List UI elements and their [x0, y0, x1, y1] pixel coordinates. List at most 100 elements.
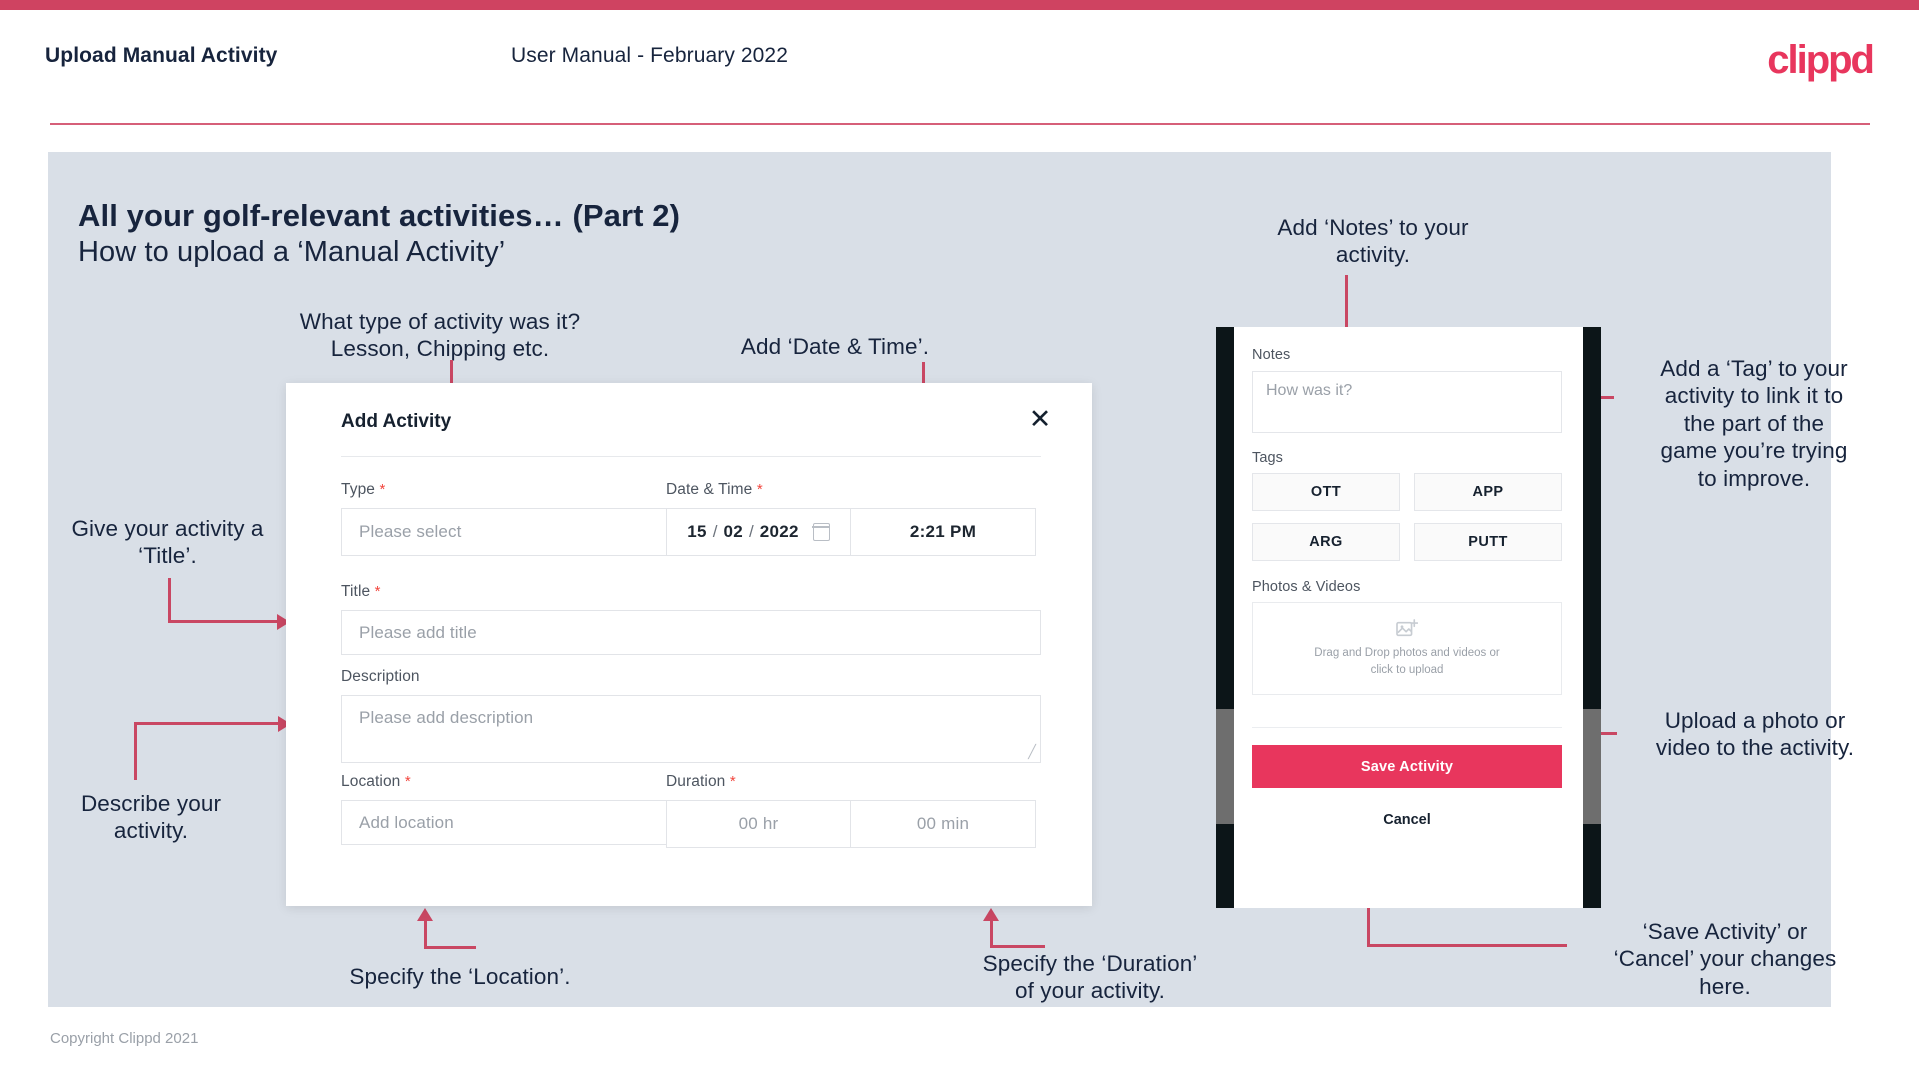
close-icon[interactable]: ✕	[1023, 402, 1057, 436]
date-sep-2: /	[749, 522, 754, 541]
annotation-description: Describe your activity.	[80, 791, 222, 844]
cancel-label: Cancel	[1383, 812, 1431, 828]
duration-hours-value: 00 hr	[738, 814, 779, 833]
field-location-label-text: Location	[341, 773, 401, 790]
tag-label-putt: PUTT	[1468, 534, 1508, 550]
dialog-divider	[341, 456, 1041, 457]
slide-page: Upload Manual Activity User Manual - Feb…	[0, 0, 1919, 1079]
dropzone-line-1: Drag and Drop photos and videos or	[1314, 646, 1500, 659]
type-select-placeholder: Please select	[359, 522, 462, 541]
field-title: Title * Please add title	[341, 583, 1041, 655]
tag-label-arg: ARG	[1309, 534, 1343, 550]
location-placeholder: Add location	[359, 812, 454, 832]
field-datetime-required: *	[756, 481, 763, 498]
field-duration-required: *	[729, 773, 736, 790]
dialog-title: Add Activity	[341, 411, 452, 432]
tag-label-ott: OTT	[1310, 484, 1342, 500]
arrowhead-location	[417, 908, 433, 921]
date-year: 2022	[759, 522, 799, 541]
field-title-required: *	[374, 583, 381, 600]
photos-label: Photos & Videos	[1252, 579, 1361, 595]
resize-handle-icon[interactable]: ╱	[1028, 744, 1036, 760]
duration-row: 00 hr 00 min	[666, 800, 1036, 848]
annotation-photos: Upload a photo or video to the activity.	[1655, 708, 1855, 761]
field-location-label: Location *	[341, 773, 711, 791]
tag-label-app: APP	[1472, 484, 1504, 500]
connector-dur-v	[990, 920, 993, 947]
tag-button-arg[interactable]: ARG	[1252, 523, 1400, 561]
connector-dur-h	[990, 945, 1045, 948]
page-title: All your golf-relevant activities… (Part…	[78, 198, 681, 233]
duration-hours-input[interactable]: 00 hr	[666, 800, 850, 848]
page-subtitle: How to upload a ‘Manual Activity’	[78, 236, 506, 268]
field-type-required: *	[379, 481, 386, 498]
title-input-placeholder: Please add title	[359, 622, 477, 642]
phone-mockup: Notes How was it? Tags OTT APP ARG PUTT …	[1216, 327, 1601, 908]
field-type-label: Type *	[341, 481, 711, 499]
save-activity-label: Save Activity	[1360, 758, 1454, 775]
phone-bezel-left-bottom	[1216, 824, 1234, 908]
photo-dropzone[interactable]: Drag and Drop photos and videos or click…	[1252, 602, 1562, 695]
footer-copyright: Copyright Clippd 2021	[50, 1030, 199, 1047]
calendar-icon[interactable]	[812, 523, 831, 541]
datetime-row: 15 / 02 / 2022 2:21 PM	[666, 508, 1036, 556]
location-input[interactable]: Add location	[341, 800, 711, 845]
annotation-notes: Add ‘Notes’ to your activity.	[1277, 215, 1469, 268]
date-day: 15	[687, 522, 707, 541]
top-accent-bar	[0, 0, 1919, 10]
header-center-title: User Manual - February 2022	[511, 44, 788, 67]
field-location: Location * Add location	[341, 773, 711, 845]
header-divider	[50, 123, 1870, 125]
phone-screen: Notes How was it? Tags OTT APP ARG PUTT …	[1234, 327, 1583, 908]
phone-bezel-right-bottom	[1583, 824, 1601, 908]
field-datetime-label-text: Date & Time	[666, 481, 753, 498]
clippd-logo: clippd	[1767, 38, 1875, 82]
save-activity-button[interactable]: Save Activity	[1252, 745, 1562, 788]
tag-button-ott[interactable]: OTT	[1252, 473, 1400, 511]
phone-bezel-right-mid	[1583, 709, 1601, 824]
add-image-icon	[1396, 618, 1418, 637]
notes-label: Notes	[1252, 347, 1291, 363]
field-datetime: Date & Time * 15 / 02 / 2022 2:21 PM	[666, 481, 1036, 556]
connector-save-h	[1367, 944, 1567, 947]
date-month: 02	[723, 522, 743, 541]
date-sep-1: /	[712, 522, 718, 541]
tag-button-app[interactable]: APP	[1414, 473, 1562, 511]
annotation-type: What type of activity was it? Lesson, Ch…	[299, 309, 581, 362]
annotation-save-cancel: ‘Save Activity’ or ‘Cancel’ your changes…	[1613, 919, 1837, 999]
annotation-duration: Specify the ‘Duration’ of your activity.	[982, 951, 1198, 1004]
field-duration: Duration * 00 hr 00 min	[666, 773, 1036, 848]
date-input[interactable]: 15 / 02 / 2022	[666, 508, 850, 556]
phone-bezel-left-top	[1216, 327, 1234, 709]
duration-minutes-input[interactable]: 00 min	[850, 800, 1036, 848]
time-input[interactable]: 2:21 PM	[850, 508, 1036, 556]
cancel-button[interactable]: Cancel	[1252, 802, 1562, 838]
connector-title-v	[168, 578, 171, 623]
annotation-tags: Add a ‘Tag’ to your activity to link it …	[1660, 356, 1848, 491]
description-placeholder: Please add description	[359, 708, 534, 727]
field-datetime-label: Date & Time *	[666, 481, 1036, 499]
connector-loc-h	[424, 946, 476, 949]
type-select[interactable]: Please select ▾	[341, 508, 711, 556]
field-type: Type * Please select ▾	[341, 481, 711, 556]
field-description-label: Description	[341, 668, 1041, 686]
field-description-label-text: Description	[341, 668, 420, 685]
field-title-label: Title *	[341, 583, 1041, 601]
phone-divider	[1252, 727, 1562, 728]
field-duration-label: Duration *	[666, 773, 1036, 791]
field-description: Description Please add description ╱	[341, 668, 1041, 763]
description-textarea[interactable]: Please add description ╱	[341, 695, 1041, 763]
connector-desc-h	[134, 722, 279, 725]
connector-loc-v	[424, 920, 427, 948]
notes-textarea[interactable]: How was it?	[1252, 371, 1562, 433]
field-title-label-text: Title	[341, 583, 371, 600]
dropzone-line-2: click to upload	[1370, 663, 1444, 676]
add-activity-dialog: Add Activity ✕ Type * Please select ▾ Da…	[286, 383, 1092, 906]
connector-notes-v	[1345, 275, 1348, 331]
phone-bezel-right-top	[1583, 327, 1601, 709]
connector-desc-v	[134, 723, 137, 780]
tag-button-putt[interactable]: PUTT	[1414, 523, 1562, 561]
title-input[interactable]: Please add title	[341, 610, 1041, 655]
phone-bezel-left-mid	[1216, 709, 1234, 824]
annotation-title: Give your activity a ‘Title’.	[71, 516, 264, 569]
